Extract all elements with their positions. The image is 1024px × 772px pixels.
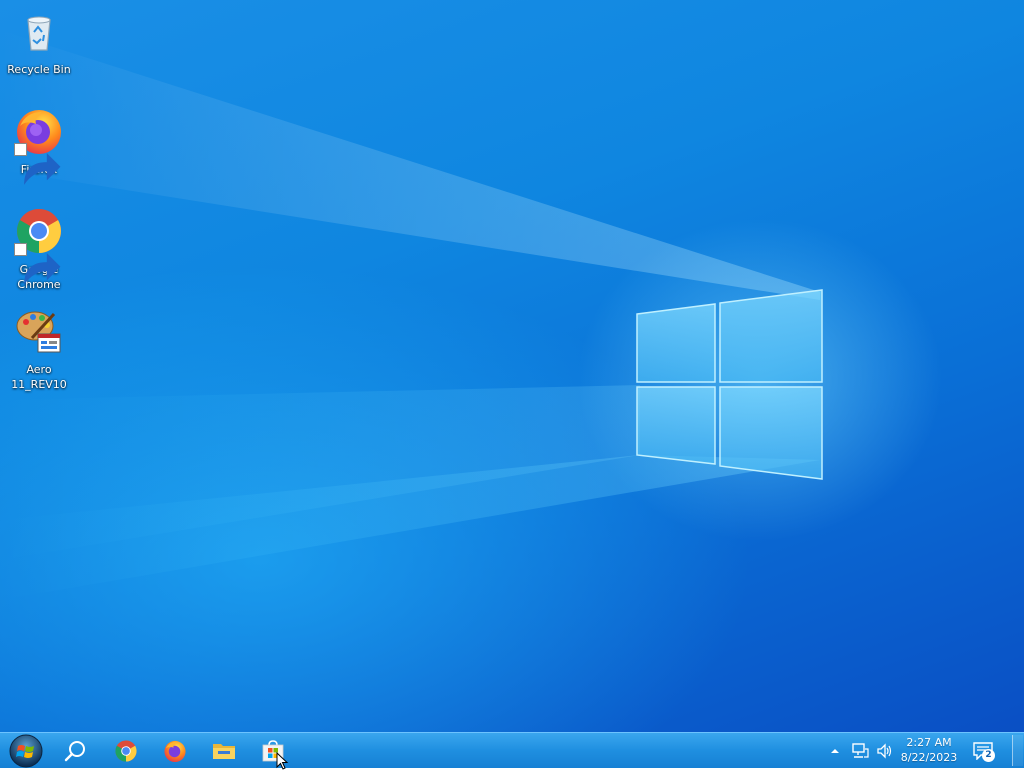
volume-icon	[877, 742, 892, 759]
start-button[interactable]	[8, 734, 44, 768]
desktop-icon-recycle-bin[interactable]: Recycle Bin	[1, 6, 77, 77]
shortcut-arrow-icon	[14, 143, 61, 185]
recycle-bin-icon	[14, 6, 64, 56]
taskbar-firefox-button[interactable]	[152, 733, 198, 768]
windows-logo-wallpaper	[636, 289, 823, 480]
chevron-up-icon	[831, 748, 839, 753]
taskbar-clock[interactable]: 2:27 AM 8/22/2023	[896, 735, 962, 767]
desktop-icon-firefox[interactable]: Firefox	[1, 106, 77, 185]
search-icon	[64, 740, 85, 761]
firefox-icon	[164, 740, 186, 762]
clock-time: 2:27 AM	[906, 736, 952, 749]
volume-tray-button[interactable]	[873, 733, 897, 768]
windows-start-icon	[9, 734, 43, 768]
file-explorer-icon	[213, 743, 235, 759]
desktop-wallpaper: Recycle Bin Firefox	[0, 0, 1024, 732]
desktop-icon-label: Aero 11_REV10	[11, 363, 67, 391]
desktop-icon-label: Recycle Bin	[7, 63, 71, 76]
notification-count-badge: 2	[982, 749, 995, 762]
taskbar: 2:27 AM 8/22/2023	[0, 732, 1024, 768]
taskbar-chrome-button[interactable]	[103, 733, 149, 768]
desktop-icon-google-chrome[interactable]: Google Chrome	[1, 206, 77, 292]
clock-date: 8/22/2023	[900, 751, 958, 764]
network-icon	[852, 742, 869, 758]
taskbar-search-button[interactable]	[52, 733, 98, 768]
show-desktop-button[interactable]	[1012, 735, 1023, 766]
desktop-icon-aero-11-rev10[interactable]: Aero 11_REV10	[1, 306, 77, 392]
taskbar-file-explorer-button[interactable]	[201, 733, 247, 768]
chrome-icon	[115, 739, 137, 762]
aero-paint-icon	[14, 306, 64, 356]
show-hidden-icons-button[interactable]	[826, 733, 844, 768]
wallpaper-light-beams	[0, 30, 820, 600]
firefox-icon	[14, 106, 64, 185]
chrome-icon	[14, 206, 64, 285]
shortcut-arrow-icon	[14, 243, 61, 285]
network-tray-button[interactable]	[848, 733, 872, 768]
mouse-cursor-icon	[276, 752, 289, 770]
